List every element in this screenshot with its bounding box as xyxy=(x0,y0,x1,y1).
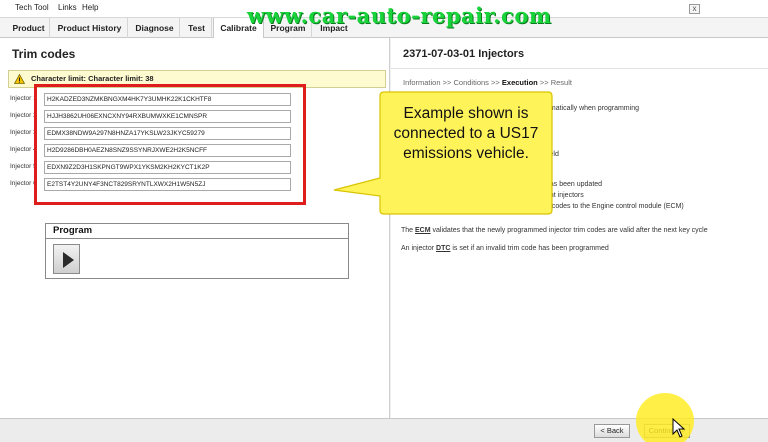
injector-6-label: Injector 6 xyxy=(10,180,37,187)
injector-2-label: Injector 2 xyxy=(10,112,37,119)
title-divider xyxy=(391,68,768,69)
instruction-text: field xyxy=(546,151,559,158)
character-limit-text: Character limit: Character limit: 38 xyxy=(31,74,154,83)
injector-1-input[interactable]: H2KADZED3NZMKBNGXM4HK7Y3UMHK22K1CKHTF8 xyxy=(44,93,291,106)
ecm-link[interactable]: ECM xyxy=(415,227,431,234)
info-icon xyxy=(14,74,25,84)
instruction-text: ant injectors xyxy=(546,192,584,199)
dtc-link[interactable]: DTC xyxy=(436,245,450,252)
menu-help[interactable]: Help xyxy=(82,3,98,12)
ecm-note-post: validates that the newly programmed inje… xyxy=(432,227,708,234)
ecm-note: The ECM validates that the newly program… xyxy=(401,227,708,234)
dtc-note: An injector DTC is set if an invalid tri… xyxy=(401,245,609,252)
injector-5-input[interactable]: EDXN9Z2D3H1SKPNGT9WPX1YKSM2KH2KYCT1K2P xyxy=(44,161,291,174)
play-icon xyxy=(63,252,74,268)
tab-test[interactable]: Test xyxy=(182,18,212,38)
crumb-conditions[interactable]: Conditions xyxy=(453,78,488,87)
instruction-text: n codes to the Engine control module (EC… xyxy=(546,203,684,210)
program-section: Program xyxy=(45,223,349,279)
back-button[interactable]: < Back xyxy=(594,424,630,438)
procedure-breadcrumb: Information >> Conditions >> Execution >… xyxy=(403,78,572,87)
injector-1-label: Injector 1 xyxy=(10,95,37,102)
bottom-button-bar: < Back Continue > xyxy=(0,418,768,442)
window-close-button[interactable]: x xyxy=(689,4,700,14)
crumb-result: Result xyxy=(550,78,572,87)
injector-3-input[interactable]: EDMX38NDW9A297N8HNZA17YKSLW23JKYC59279 xyxy=(44,127,291,140)
continue-button[interactable]: Continue > xyxy=(644,424,690,438)
program-play-button[interactable] xyxy=(53,244,80,274)
watermark-text: www.car-auto-repair.com xyxy=(247,3,552,28)
crumb-separator: >> xyxy=(539,78,549,87)
crumb-information[interactable]: Information xyxy=(403,78,441,87)
procedure-panel: 2371-07-03-01 Injectors Information >> C… xyxy=(391,38,768,418)
injector-6-input[interactable]: E2TST4Y2UNY4F3NCT829SRYNTLXWX2H1W5N5ZJ xyxy=(44,178,291,191)
dtc-note-post: is set if an invalid trim code has been … xyxy=(452,245,609,252)
instruction-text: omatically when programming xyxy=(546,105,639,112)
injector-4-input[interactable]: H2D9286DBH0AEZN8SNZ9SSYNRJXWE2H2K5NCFF xyxy=(44,144,291,157)
callout-text: Example shown is connected to a US17 emi… xyxy=(393,105,539,162)
crumb-execution: Execution xyxy=(501,78,538,87)
crumb-separator: >> xyxy=(442,78,452,87)
crumb-separator: >> xyxy=(491,78,500,87)
injector-5-label: Injector 5 xyxy=(10,163,37,170)
tab-diagnose[interactable]: Diagnose xyxy=(130,18,180,38)
character-limit-banner: Character limit: Character limit: 38 xyxy=(8,70,386,88)
injector-2-input[interactable]: HJJH3862UH06EXNCXNY94RXBUMWXKE1CMNSPR xyxy=(44,110,291,123)
dtc-note-pre: An injector xyxy=(401,245,435,252)
tab-product-history[interactable]: Product History xyxy=(52,18,128,38)
menu-tech-tool[interactable]: Tech Tool xyxy=(15,3,49,12)
trim-codes-title: Trim codes xyxy=(12,47,76,61)
injector-4-label: Injector 4 xyxy=(10,146,37,153)
tab-product[interactable]: Product xyxy=(8,18,50,38)
procedure-title: 2371-07-03-01 Injectors xyxy=(403,48,525,60)
ecm-note-pre: The xyxy=(401,227,414,234)
program-section-title: Program xyxy=(46,224,348,239)
injector-3-label: Injector 3 xyxy=(10,129,37,136)
instruction-text: has been updated xyxy=(546,181,603,188)
menu-links[interactable]: Links xyxy=(58,3,77,12)
